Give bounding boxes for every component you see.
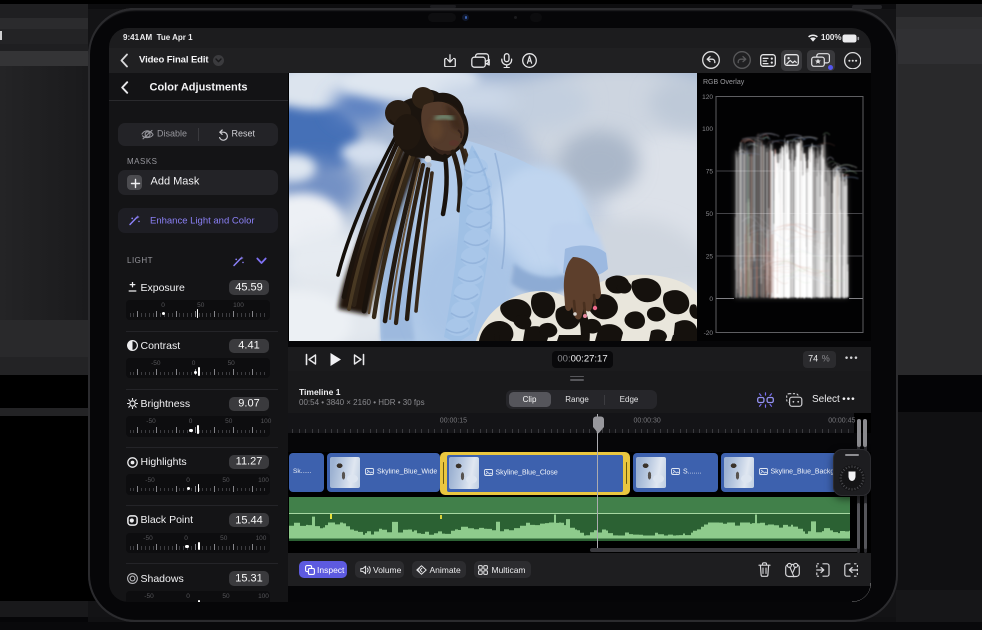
svg-text:100: 100	[702, 126, 713, 133]
svg-text:75: 75	[706, 168, 714, 175]
svg-text:25: 25	[706, 253, 714, 260]
svg-text:120: 120	[702, 94, 713, 101]
svg-text:RGB Overlay: RGB Overlay	[703, 79, 745, 86]
svg-text:50: 50	[706, 211, 714, 218]
svg-text:-20: -20	[704, 330, 714, 337]
svg-text:0: 0	[709, 296, 713, 303]
